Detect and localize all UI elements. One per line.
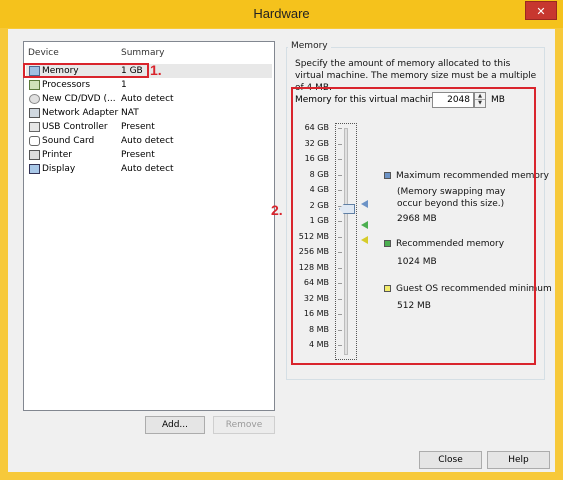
- hardware-dialog: Hardware ✕ Device Summary Memory 1 GB Pr…: [0, 0, 563, 480]
- device-summary: Auto detect: [121, 94, 174, 104]
- device-row-usb-controller[interactable]: USB Controller Present: [26, 120, 272, 134]
- window-title: Hardware: [253, 6, 310, 21]
- device-summary: Present: [121, 150, 155, 160]
- printer-icon: [29, 150, 40, 160]
- device-summary: Auto detect: [121, 164, 174, 174]
- title-bar[interactable]: Hardware ✕: [0, 0, 563, 28]
- device-name: Network Adapter: [42, 108, 119, 118]
- summary-column-header[interactable]: Summary: [121, 48, 165, 58]
- processor-icon: [29, 80, 40, 90]
- device-summary: 1: [121, 80, 127, 90]
- device-name: Sound Card: [42, 136, 95, 146]
- annotation-box-memory-settings: [291, 87, 536, 365]
- memory-group-label: Memory: [288, 41, 331, 51]
- device-name: USB Controller: [42, 122, 108, 132]
- usb-controller-icon: [29, 122, 40, 132]
- device-row-display[interactable]: Display Auto detect: [26, 162, 272, 176]
- device-column-header[interactable]: Device: [28, 48, 59, 58]
- device-name: New CD/DVD (...: [42, 94, 116, 104]
- remove-device-button[interactable]: Remove: [213, 416, 275, 434]
- annotation-label-2: 2.: [271, 202, 283, 218]
- device-list[interactable]: Device Summary Memory 1 GB Processors 1 …: [23, 41, 275, 411]
- device-name: Processors: [42, 80, 91, 90]
- cd-dvd-icon: [29, 94, 40, 104]
- network-adapter-icon: [29, 108, 40, 118]
- close-button[interactable]: Close: [419, 451, 482, 469]
- device-name: Printer: [42, 150, 72, 160]
- help-button[interactable]: Help: [487, 451, 550, 469]
- device-row-printer[interactable]: Printer Present: [26, 148, 272, 162]
- display-icon: [29, 164, 40, 174]
- device-summary: NAT: [121, 108, 139, 118]
- annotation-box-memory-row: [23, 63, 149, 78]
- device-summary: Auto detect: [121, 136, 174, 146]
- device-row-processors[interactable]: Processors 1: [26, 78, 272, 92]
- device-row-network-adapter[interactable]: Network Adapter NAT: [26, 106, 272, 120]
- device-row-sound-card[interactable]: Sound Card Auto detect: [26, 134, 272, 148]
- dialog-body: Device Summary Memory 1 GB Processors 1 …: [8, 29, 555, 472]
- annotation-label-1: 1.: [150, 62, 162, 78]
- device-summary: Present: [121, 122, 155, 132]
- device-list-header: Device Summary: [24, 48, 274, 62]
- add-device-button[interactable]: Add...: [145, 416, 205, 434]
- device-row-cd-dvd[interactable]: New CD/DVD (... Auto detect: [26, 92, 272, 106]
- device-name: Display: [42, 164, 76, 174]
- close-window-icon[interactable]: ✕: [525, 1, 557, 20]
- sound-card-icon: [29, 136, 40, 146]
